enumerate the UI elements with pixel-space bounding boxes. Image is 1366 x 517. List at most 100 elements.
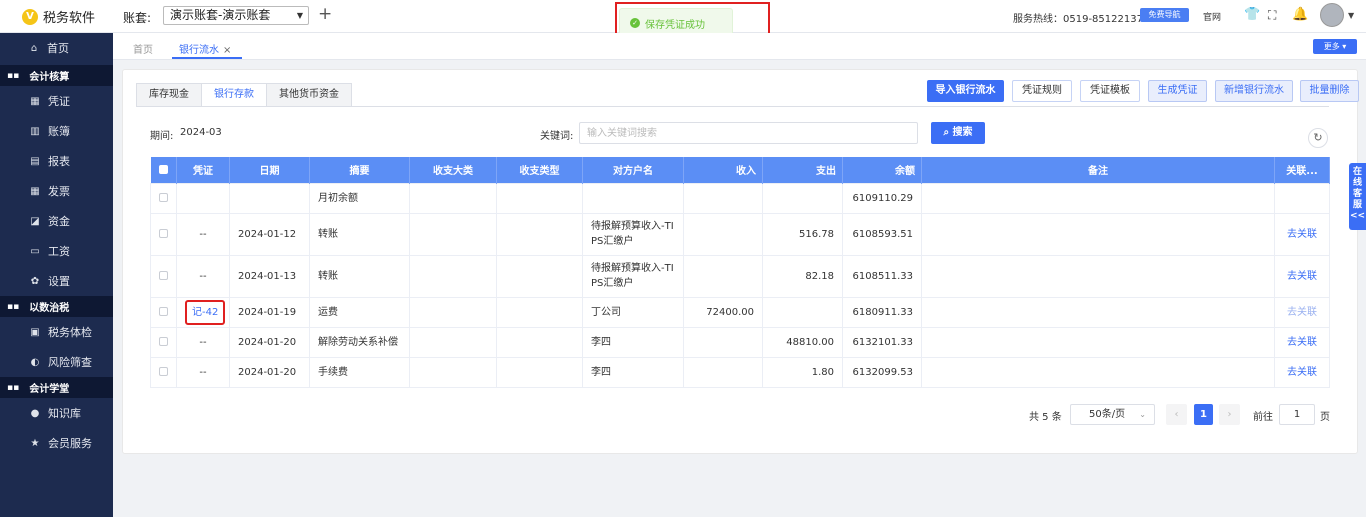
table-row[interactable]: -- 2024-01-13 转账 待报解预算收入-TIPS汇缴户 82.18 610851… [150,254,1330,298]
sidebar-item-4[interactable]: ▤ 报表 [0,146,113,176]
generate-voucher-button[interactable]: 生成凭证 [1148,80,1207,102]
col-income[interactable]: 收入 [683,157,763,183]
prev-page-button[interactable]: ‹ [1166,404,1187,425]
add-bank-statement-button[interactable]: 新增银行流水 [1215,80,1293,102]
link-cell[interactable]: 去关联 [1274,212,1330,256]
batch-delete-button[interactable]: 批量删除 [1300,80,1359,102]
row-checkbox[interactable] [150,356,177,388]
service-hotline: 服务热线：0519-85122137 [1013,14,1143,25]
sidebar-item-11[interactable]: ◐ 风险筛查 [0,347,113,377]
table-row[interactable]: -- 2024-01-20 解除劳动关系补偿 李四 48810.00 6132101.33… [150,326,1330,358]
avatar-caret-icon[interactable]: ▼ [1348,11,1354,20]
total-count: 共 5 条 [1029,412,1062,423]
expense-cell: 48810.00 [762,326,843,358]
sidebar-item-8[interactable]: ✿ 设置 [0,266,113,296]
row-checkbox[interactable] [150,296,177,328]
page-number-1[interactable]: 1 [1194,404,1213,425]
go-link-button[interactable]: 去关联 [1287,367,1317,378]
search-button[interactable]: ⌕ 搜索 [931,122,985,144]
table-row[interactable]: -- 2024-01-12 转账 待报解预算收入-TIPS汇缴户 516.78 61085… [150,212,1330,256]
sidebar-item-14[interactable]: ★ 会员服务 [0,428,113,458]
row-checkbox[interactable] [150,326,177,358]
sidebar-item-13[interactable]: ● 知识库 [0,398,113,428]
date-cell [229,182,310,214]
sidebar-item-label: 知识库 [48,407,81,420]
col-type[interactable]: 收支类型 [496,157,583,183]
tab-bank-statement[interactable]: 银行流水 × [179,41,231,56]
tab-home[interactable]: 首页 [133,41,153,56]
row-checkbox[interactable] [150,182,177,214]
bell-icon[interactable]: 🔔 [1292,7,1308,23]
close-icon[interactable]: × [223,45,231,56]
shirt-icon[interactable]: 👕 [1244,7,1260,23]
col-balance[interactable]: 余额 [842,157,922,183]
avatar[interactable] [1320,3,1344,27]
sidebar-item-7[interactable]: ▭ 工资 [0,236,113,266]
table-row[interactable]: -- 2024-01-20 手续费 李四 1.80 6132099.53 去关联 [150,356,1330,388]
add-account-icon[interactable]: + [318,4,332,24]
sidebar-item-label: 设置 [48,275,70,288]
import-bank-statement-button[interactable]: 导入银行流水 [927,80,1004,102]
home-icon: ⌂ [30,42,38,54]
voucher-link[interactable]: 记-42 [185,299,226,325]
row-checkbox[interactable] [150,254,177,298]
col-expense[interactable]: 支出 [762,157,843,183]
remark-cell [921,212,1275,256]
voucher-cell[interactable]: 记-42 [176,296,230,328]
col-major-category[interactable]: 收支大类 [409,157,497,183]
go-link-button[interactable]: 去关联 [1287,271,1317,282]
select-all-checkbox[interactable] [150,157,177,183]
col-remark[interactable]: 备注 [921,157,1275,183]
next-page-button[interactable]: › [1219,404,1240,425]
keyword-search-input[interactable] [579,122,918,144]
page-size-select[interactable]: 50条/页 ⌄ [1070,404,1155,425]
link-cell[interactable]: 去关联 [1274,326,1330,358]
subtab-cash[interactable]: 库存现金 [136,83,201,107]
account-select[interactable]: 演示账套-演示账套 ▼ [163,6,309,25]
go-link-button[interactable]: 去关联 [1287,307,1317,318]
counterparty-cell: 待报解预算收入-TIPS汇缴户 [582,212,684,256]
sidebar-item-5[interactable]: ▦ 发票 [0,176,113,206]
col-voucher[interactable]: 凭证 [176,157,230,183]
sidebar-item-0[interactable]: ⌂ 首页 [0,33,113,63]
link-cell[interactable]: 去关联 [1274,254,1330,298]
col-date[interactable]: 日期 [229,157,310,183]
refresh-icon[interactable]: ↻ [1308,128,1328,148]
link-cell[interactable]: 去关联 [1274,356,1330,388]
counterparty-cell: 李四 [582,356,684,388]
col-link[interactable]: 关联... [1274,157,1330,183]
go-link-button[interactable]: 去关联 [1287,337,1317,348]
date-cell: 2024-01-20 [229,356,310,388]
free-nav-button[interactable]: 免费导航 [1140,8,1189,22]
table-row[interactable]: 月初余额 6109110.29 [150,182,1330,214]
col-summary[interactable]: 摘要 [309,157,410,183]
table-row[interactable]: 记-42 2024-01-19 运费 丁公司 72400.00 6180911.33 去关联 [150,296,1330,328]
more-button[interactable]: 更多 ▾ [1313,39,1357,54]
voucher-cell [176,182,230,214]
go-link-button[interactable]: 去关联 [1287,229,1317,240]
subtab-other-funds[interactable]: 其他货币资金 [266,83,352,107]
sidebar-item-2[interactable]: ▦ 凭证 [0,86,113,116]
website-link[interactable]: 官网 [1203,10,1221,23]
major-category-cell [409,296,497,328]
fullscreen-icon[interactable]: ⛶ [1268,7,1276,23]
goto-page-input[interactable]: 1 [1279,404,1315,425]
subtab-bank-deposit[interactable]: 银行存款 [201,83,266,107]
link-cell[interactable] [1274,182,1330,214]
account-label: 账套: [123,11,152,25]
sidebar-item-6[interactable]: ◪ 资金 [0,206,113,236]
app-logo[interactable]: V 税务软件 [22,7,95,26]
period-value[interactable]: 2024-03 [180,127,222,138]
balance-cell: 6109110.29 [842,182,922,214]
voucher-rules-button[interactable]: 凭证规则 [1012,80,1072,102]
sidebar-item-3[interactable]: ▥ 账簿 [0,116,113,146]
voucher-template-button[interactable]: 凭证模板 [1080,80,1140,102]
settings-icon: ✿ [30,275,40,287]
online-service-button[interactable]: 在线客服<< [1349,163,1366,230]
col-counterparty[interactable]: 对方户名 [582,157,684,183]
sidebar-item-10[interactable]: ▣ 税务体检 [0,317,113,347]
counterparty-cell: 丁公司 [582,296,684,328]
chevron-down-icon: ⌄ [1139,410,1146,419]
link-cell[interactable]: 去关联 [1274,296,1330,328]
row-checkbox[interactable] [150,212,177,256]
